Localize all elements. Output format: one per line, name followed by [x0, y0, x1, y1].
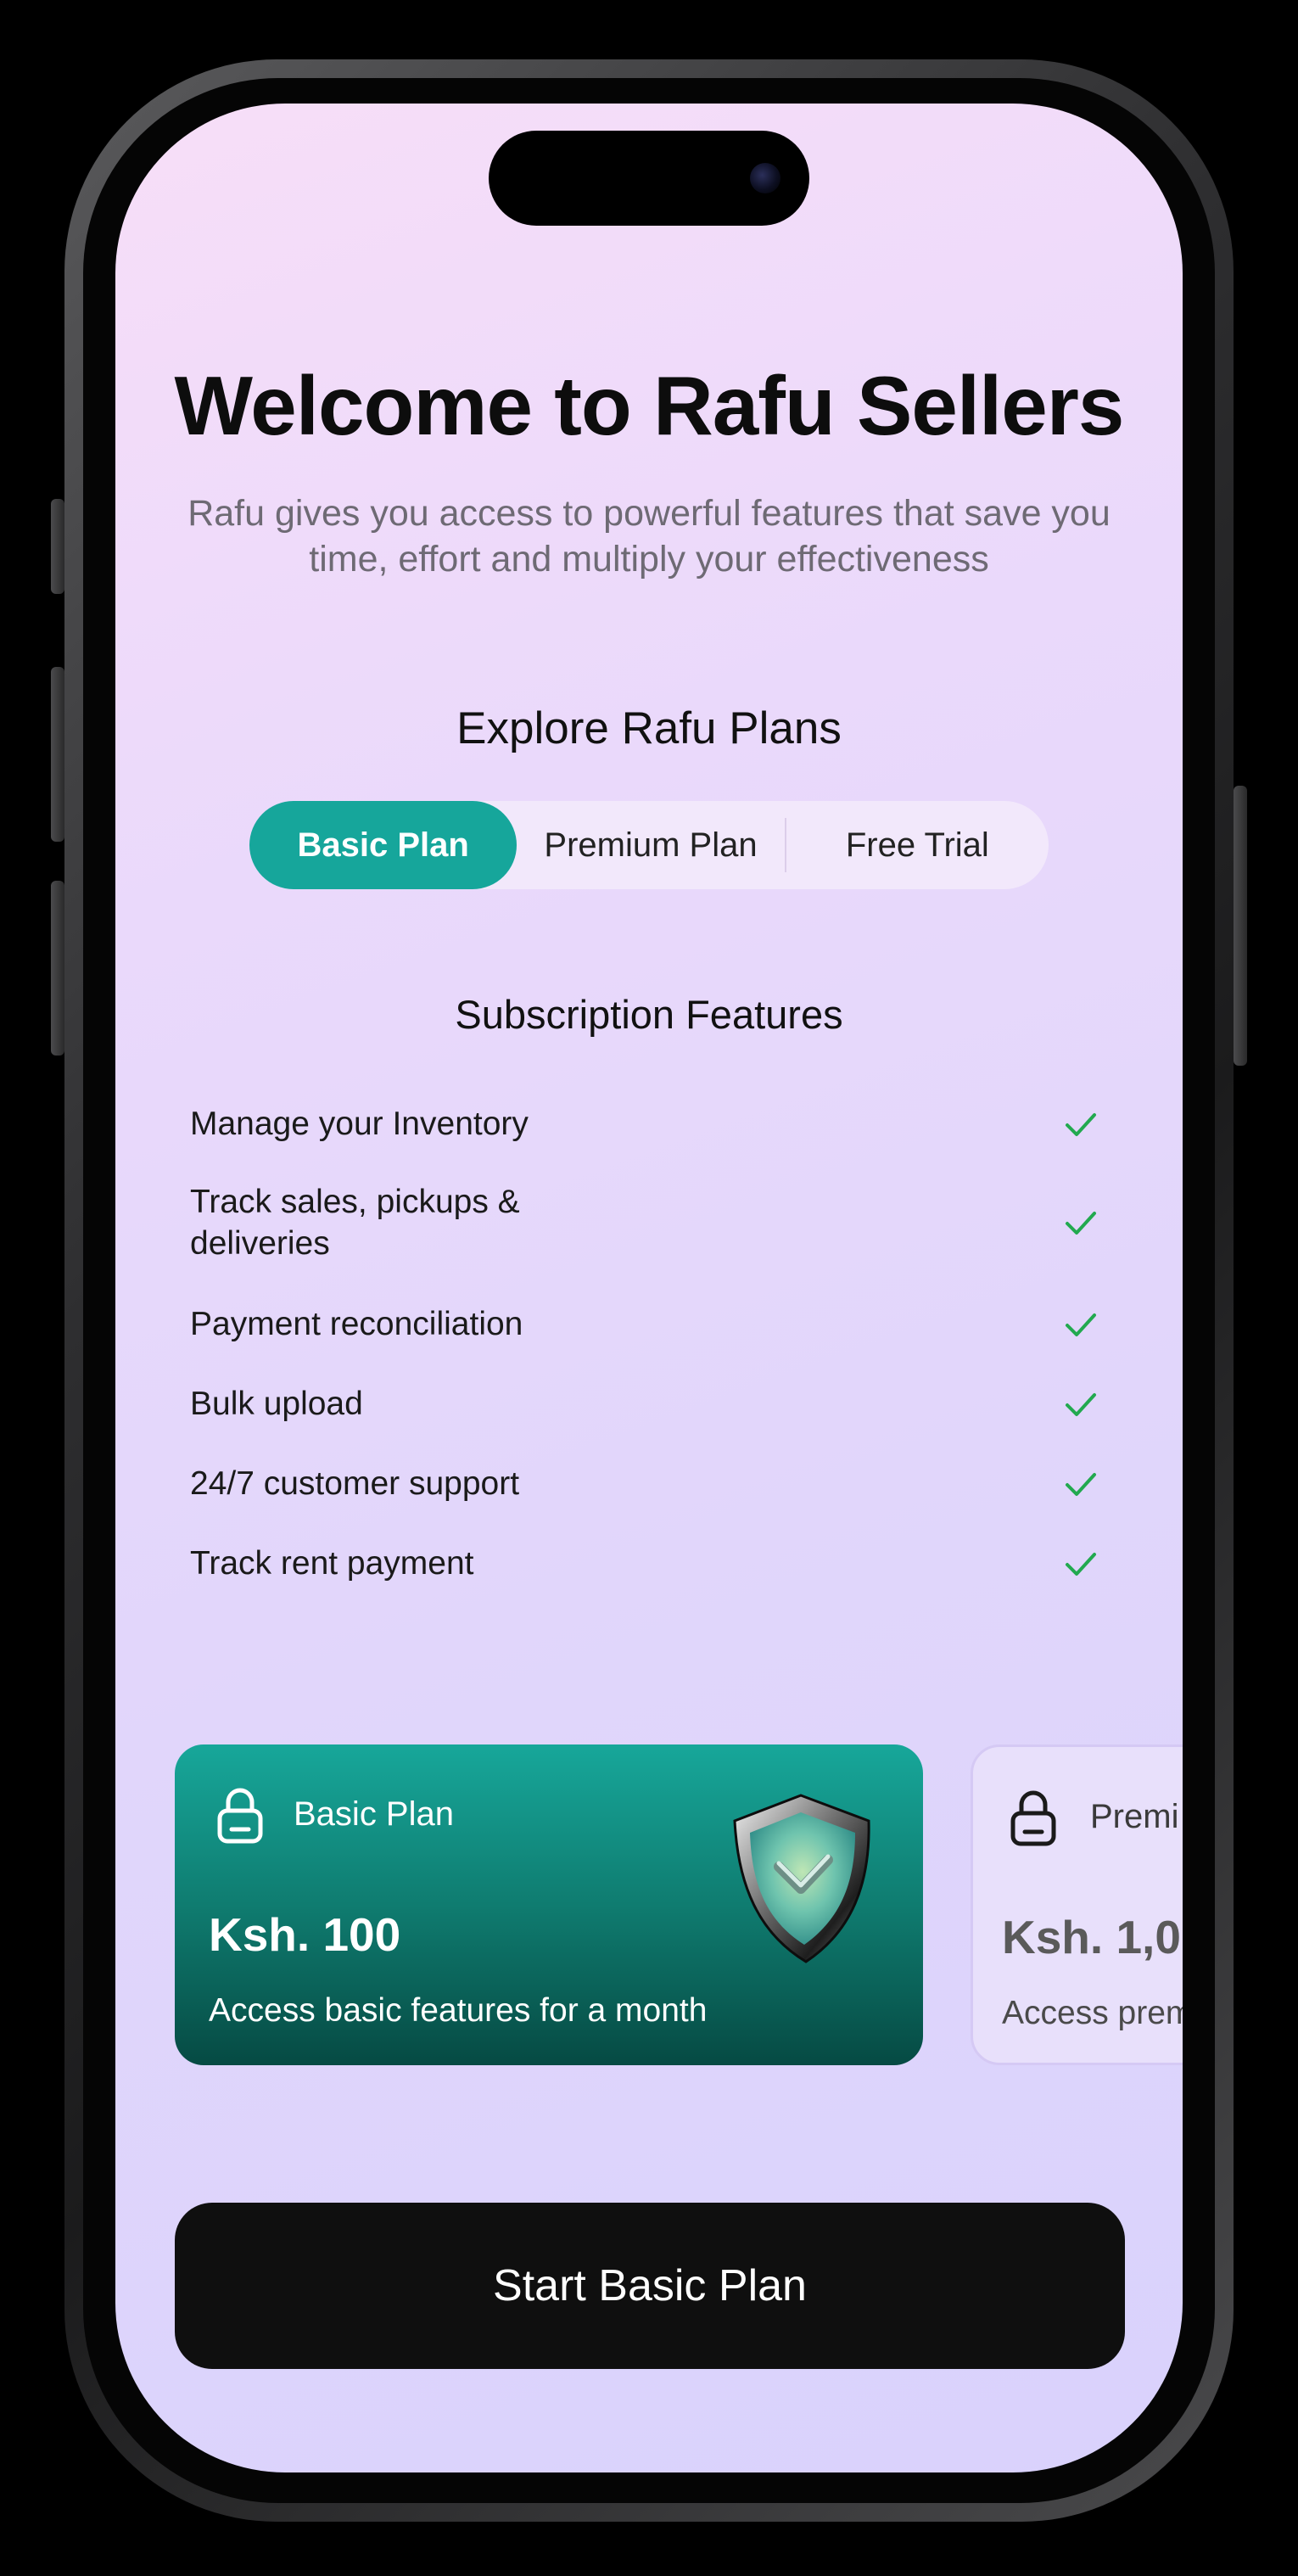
check-icon — [1066, 1212, 1096, 1235]
check-icon — [1066, 1392, 1096, 1416]
card-price: Ksh. 100 — [209, 1908, 401, 1961]
feature-row: Track rent payment — [190, 1543, 1106, 1584]
feature-label: 24/7 customer support — [190, 1465, 520, 1502]
feature-row: Manage your Inventory — [190, 1103, 1106, 1145]
page-title: Welcome to Rafu Sellers — [174, 359, 1125, 452]
camera-icon — [750, 163, 780, 193]
feature-row: Bulk upload — [190, 1383, 1106, 1425]
plans-heading: Explore Rafu Plans — [456, 703, 842, 753]
card-plan-name: Premi — [1090, 1798, 1179, 1835]
plan-tabs: Basic Plan Premium Plan Free Trial — [249, 801, 1049, 889]
feature-label: Manage your Inventory — [190, 1106, 529, 1142]
feature-label: Payment reconciliation — [190, 1306, 523, 1342]
dynamic-island — [489, 131, 809, 226]
lock-icon — [217, 1788, 263, 1844]
power-button — [1234, 786, 1247, 1066]
features-heading: Subscription Features — [455, 992, 843, 1037]
feature-row: 24/7 customer support — [190, 1463, 1106, 1504]
feature-label: Track sales, pickups & deliveries — [190, 1184, 520, 1262]
check-icon — [1066, 1472, 1096, 1496]
card-description: Access prem — [1002, 1995, 1183, 2031]
feature-row: Track sales, pickups & deliveries — [190, 1181, 1106, 1264]
start-plan-button[interactable]: Start Basic Plan — [175, 2203, 1125, 2369]
feature-label: Track rent payment — [190, 1545, 474, 1582]
card-plan-name: Basic Plan — [294, 1795, 454, 1833]
check-icon — [1066, 1552, 1096, 1576]
tab-basic-plan[interactable]: Basic Plan — [249, 801, 518, 889]
premium-plan-card[interactable]: Premi Ksh. 1,00 Access prem — [971, 1744, 1183, 2065]
feature-row: Payment reconciliation — [190, 1303, 1106, 1345]
tab-premium-plan[interactable]: Premium Plan — [517, 801, 784, 889]
page-subtitle: Rafu gives you access to powerful featur… — [187, 493, 1111, 580]
action-button — [51, 499, 64, 594]
card-price: Ksh. 1,00 — [1002, 1911, 1183, 1963]
check-icon — [1066, 1313, 1096, 1336]
tab-free-trial[interactable]: Free Trial — [786, 801, 1049, 889]
basic-plan-card[interactable]: Basic Plan Ksh. 100 Access basic feature… — [175, 1744, 923, 2065]
feature-label: Bulk upload — [190, 1386, 363, 1422]
volume-down-button — [51, 881, 64, 1056]
card-description: Access basic features for a month — [209, 1992, 708, 2029]
lock-icon — [1010, 1790, 1056, 1846]
app-screen: Welcome to Rafu Sellers Rafu gives you a… — [115, 104, 1183, 2472]
volume-up-button — [51, 667, 64, 842]
shield-check-icon — [733, 1794, 870, 1963]
check-icon — [1066, 1112, 1096, 1136]
